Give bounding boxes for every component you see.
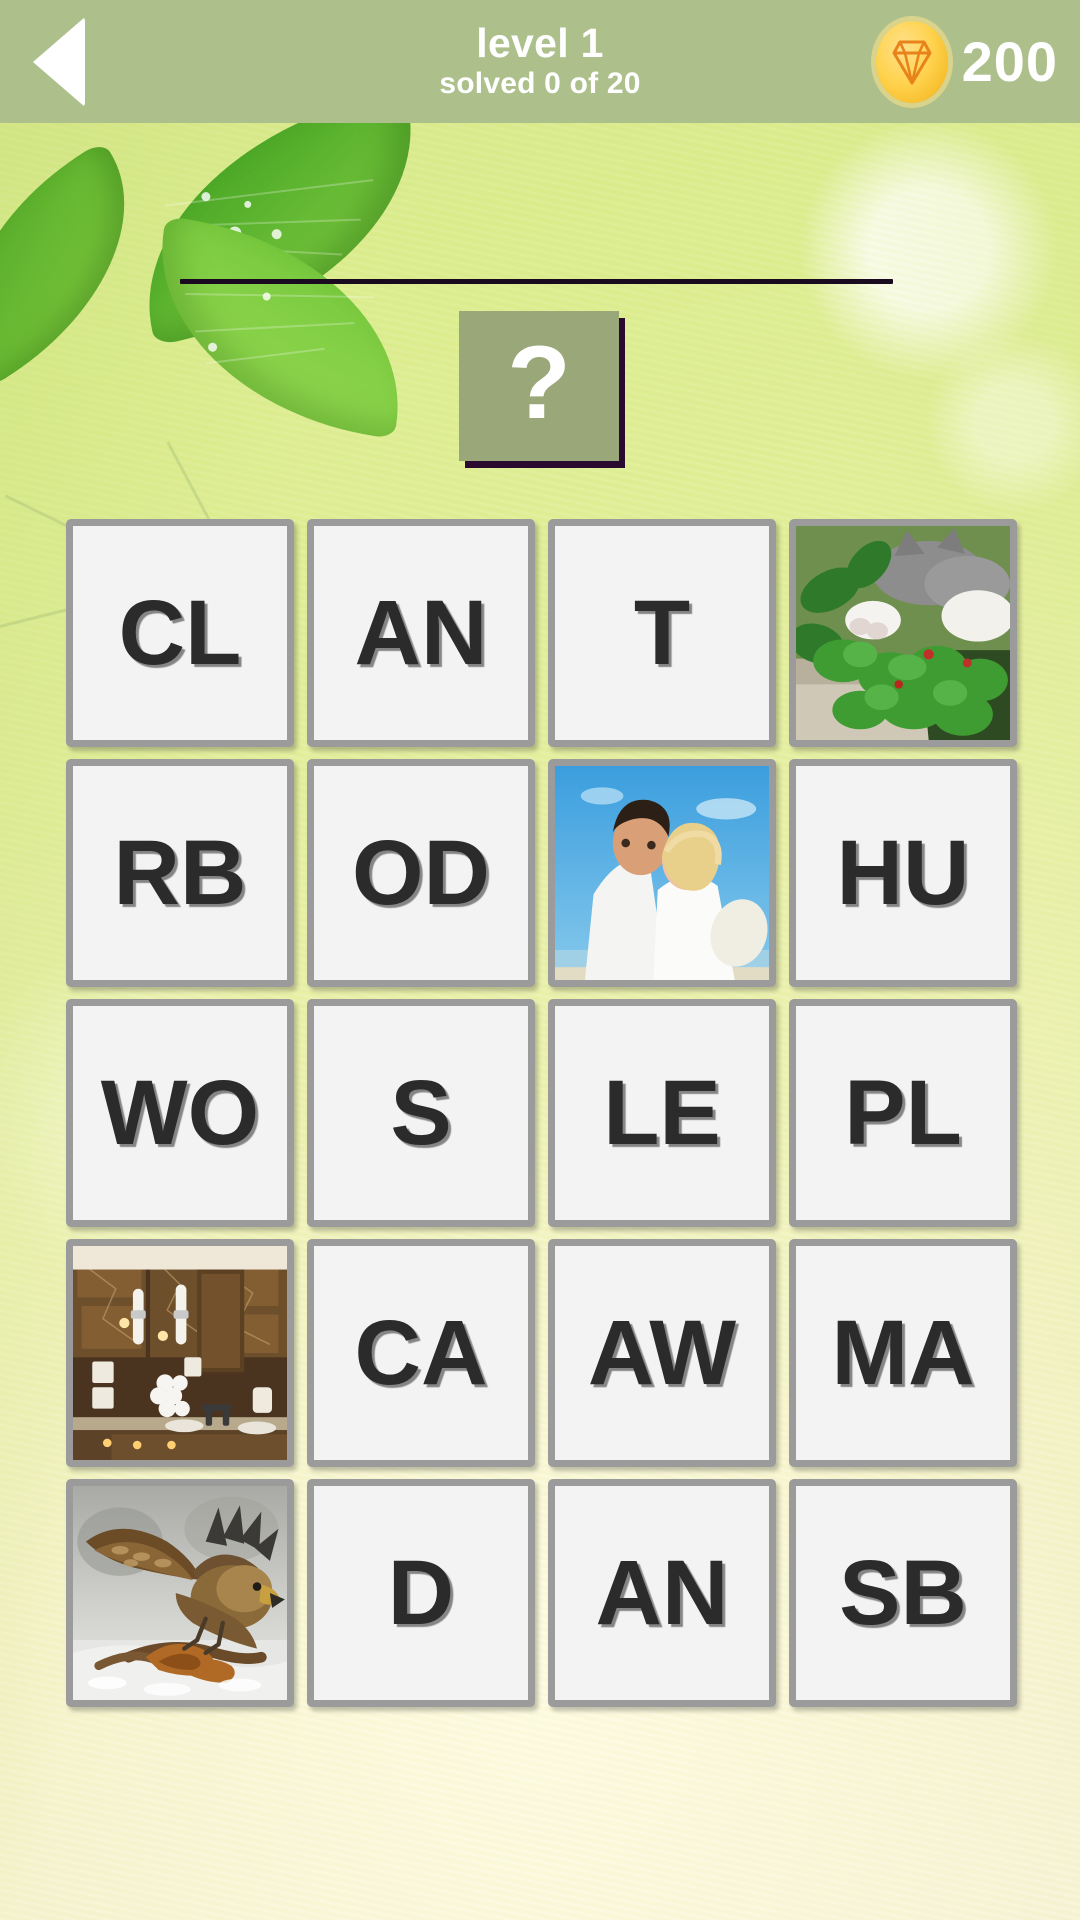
tile-letter-s[interactable]: S: [307, 999, 535, 1227]
tile-letter-pl[interactable]: PL: [789, 999, 1017, 1227]
letter-tile-label: RB: [113, 822, 247, 924]
letter-tile-label: PL: [844, 1062, 962, 1164]
letter-tile-face: T: [548, 519, 776, 747]
tile-letter-le[interactable]: LE: [548, 999, 776, 1227]
tile-letter-an-2[interactable]: AN: [548, 1479, 776, 1707]
tile-letter-cl[interactable]: CL: [66, 519, 294, 747]
letter-tile-face: PL: [789, 999, 1017, 1227]
tile-letter-od[interactable]: OD: [307, 759, 535, 987]
letter-tile-face: LE: [548, 999, 776, 1227]
letter-tile-label: MA: [831, 1302, 975, 1404]
letter-tile-face: D: [307, 1479, 535, 1707]
gem-icon: [875, 20, 948, 103]
tile-letter-d[interactable]: D: [307, 1479, 535, 1707]
tile-photo-couple[interactable]: [548, 759, 776, 987]
letter-tile-face: AW: [548, 1239, 776, 1467]
letter-tile-label: HU: [836, 822, 970, 924]
letter-tile-face: AN: [307, 519, 535, 747]
back-arrow-icon: [33, 16, 85, 107]
letter-tile-label: D: [387, 1542, 455, 1644]
question-tile[interactable]: ?: [459, 311, 619, 461]
letter-tile-label: CA: [354, 1302, 488, 1404]
tile-letter-ma[interactable]: MA: [789, 1239, 1017, 1467]
letter-tile-label: AN: [354, 582, 488, 684]
letter-tile-face: MA: [789, 1239, 1017, 1467]
letter-tile-label: WO: [100, 1062, 260, 1164]
eagle-in-snow-image: [66, 1479, 294, 1707]
letter-tile-face: WO: [66, 999, 294, 1227]
tile-letter-ca[interactable]: CA: [307, 1239, 535, 1467]
letter-tile-face: SB: [789, 1479, 1017, 1707]
letter-tile-label: LE: [603, 1062, 721, 1164]
letter-tile-face: RB: [66, 759, 294, 987]
gem-counter[interactable]: 200: [875, 0, 1058, 123]
letter-tile-label: AN: [595, 1542, 729, 1644]
letter-tile-label: OD: [352, 822, 490, 924]
tile-photo-bathroom[interactable]: [66, 1239, 294, 1467]
letter-tile-face: S: [307, 999, 535, 1227]
tile-letter-wo[interactable]: WO: [66, 999, 294, 1227]
tile-grid: CL AN T RB OD HU WO S LE PL CA AW MA D A…: [66, 519, 1020, 1707]
couple-on-beach-image: [548, 759, 776, 987]
tile-letter-t[interactable]: T: [548, 519, 776, 747]
letter-tile-face: OD: [307, 759, 535, 987]
level-label: level 1: [476, 19, 604, 66]
letter-tile-face: CA: [307, 1239, 535, 1467]
progress-label: solved 0 of 20: [439, 66, 641, 100]
gem-count-label: 200: [961, 30, 1058, 93]
tile-photo-cat[interactable]: [789, 519, 1017, 747]
letter-tile-label: CL: [118, 582, 242, 684]
tile-letter-hu[interactable]: HU: [789, 759, 1017, 987]
tile-letter-aw[interactable]: AW: [548, 1239, 776, 1467]
letter-tile-label: SB: [839, 1542, 967, 1644]
tile-letter-rb[interactable]: RB: [66, 759, 294, 987]
cat-in-planter-image: [789, 519, 1017, 747]
letter-tile-face: AN: [548, 1479, 776, 1707]
letter-tile-label: T: [633, 582, 691, 684]
tile-photo-eagle[interactable]: [66, 1479, 294, 1707]
tile-letter-an-1[interactable]: AN: [307, 519, 535, 747]
answer-slot-line: [180, 279, 893, 284]
marble-bathroom-image: [66, 1239, 294, 1467]
question-mark-icon: ?: [507, 325, 571, 441]
letter-tile-face: CL: [66, 519, 294, 747]
letter-tile-face: HU: [789, 759, 1017, 987]
letter-tile-label: S: [390, 1062, 452, 1164]
letter-tile-label: AW: [587, 1302, 737, 1404]
app-header: level 1 solved 0 of 20 200: [0, 0, 1080, 123]
back-button[interactable]: [0, 0, 118, 123]
tile-letter-sb[interactable]: SB: [789, 1479, 1017, 1707]
